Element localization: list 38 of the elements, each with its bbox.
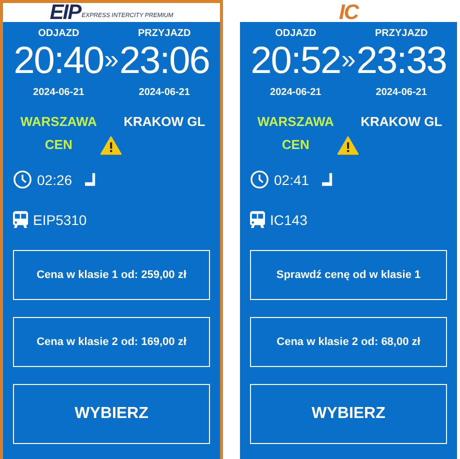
departure-date: 2024-06-21 (270, 87, 322, 98)
seat-icon (85, 173, 96, 186)
choose-button[interactable]: WYBIERZ (250, 384, 447, 444)
price-button[interactable]: Cena w klasie 2 od: 68,00 zł (250, 317, 447, 367)
departure-station: WARSZAWA CEN (19, 113, 98, 154)
duration: 02:26 (37, 172, 72, 188)
departure-time: 20:40 (14, 41, 104, 81)
warning-icon (100, 136, 122, 155)
logo: EIP (50, 3, 81, 22)
arrival-time: 23:33 (356, 41, 446, 81)
separator: » (341, 43, 356, 76)
logo: IC (339, 3, 358, 22)
arrival-label: PRZYJAZD (374, 28, 428, 39)
choose-button[interactable]: WYBIERZ (13, 384, 210, 444)
arrival-date: 2024-06-21 (376, 87, 427, 98)
separator: » (104, 43, 119, 76)
price-button[interactable]: Sprawdź cenę od w klasie 1 (250, 250, 447, 300)
arrival-station: KRAKOW GL (124, 113, 206, 131)
duration: 02:41 (274, 172, 310, 188)
departure-station: WARSZAWA CEN (256, 113, 335, 154)
arrival-time: 23:06 (119, 41, 210, 81)
price-button[interactable]: Cena w klasie 1 od: 259,00 zł (13, 250, 210, 300)
arrival-date: 2024-06-21 (138, 87, 190, 98)
price-button[interactable]: Cena w klasie 2 od: 169,00 zł (13, 317, 210, 367)
train-number: IC143 (270, 212, 308, 228)
arrival-label: PRZYJAZD (138, 28, 191, 39)
clock-icon (250, 170, 269, 189)
departure-label: ODJAZD (275, 28, 316, 39)
train-icon (13, 211, 28, 228)
seat-icon (322, 173, 334, 186)
departure-label: ODJAZD (38, 28, 80, 39)
clock-icon (13, 170, 32, 189)
arrival-station: KRAKOW GL (360, 113, 442, 131)
train-number: EIP5310 (33, 212, 87, 228)
train-icon (250, 211, 265, 228)
departure-date: 2024-06-21 (33, 87, 84, 98)
departure-time: 20:52 (250, 41, 341, 81)
warning-icon (336, 136, 359, 155)
